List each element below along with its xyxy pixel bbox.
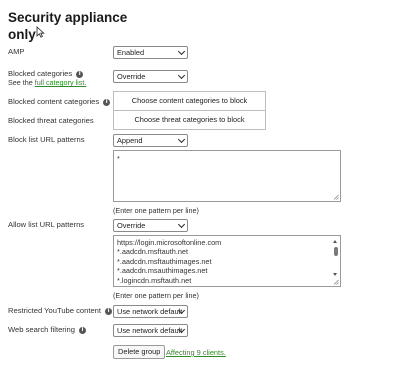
page-title-line1: Security appliance <box>8 10 128 25</box>
scroll-up-icon[interactable] <box>333 240 337 243</box>
full-category-list-link[interactable]: full category list. <box>35 78 87 87</box>
block-list-mode-value: Append <box>117 136 143 145</box>
allow-url: *.aadcdn.msftauth.net <box>117 247 188 257</box>
page-title: Security appliance only <box>8 9 127 43</box>
blocked-content-label: Blocked content categories i <box>8 97 111 106</box>
chevron-down-icon <box>177 71 186 80</box>
restricted-youtube-value: Use network default <box>117 307 183 316</box>
mouse-cursor-icon <box>36 26 45 38</box>
allow-url: https://login.microsoftonline.com <box>117 238 222 247</box>
choose-content-categories-button[interactable]: Choose content categories to block <box>113 91 266 111</box>
allow-url: *.aadcdn.msauthimages.net <box>117 266 208 276</box>
allow-list-mode-select[interactable]: Override <box>113 219 188 232</box>
info-icon[interactable]: i <box>105 308 113 315</box>
amp-select-value: Enabled <box>117 48 145 57</box>
block-list-textarea[interactable]: * <box>113 150 341 202</box>
scroll-down-icon[interactable] <box>333 273 337 276</box>
web-search-label: Web search filtering i <box>8 325 86 334</box>
amp-label: AMP <box>8 47 25 56</box>
blocked-categories-label: Blocked categories i <box>8 69 84 78</box>
web-search-value: Use network default <box>117 326 183 335</box>
see-category-list: See the full category list. <box>8 78 86 87</box>
blocked-categories-select[interactable]: Override <box>113 70 188 83</box>
delete-group-button[interactable]: Delete group <box>113 345 166 359</box>
block-list-label: Block list URL patterns <box>8 135 85 144</box>
blocked-categories-text: Blocked categories <box>8 69 73 78</box>
allow-list-label: Allow list URL patterns <box>8 220 85 229</box>
info-icon[interactable]: i <box>78 327 86 334</box>
chevron-down-icon <box>177 135 186 144</box>
blocked-content-text: Blocked content categories <box>8 97 100 106</box>
scroll-thumb[interactable] <box>333 247 338 256</box>
block-list-hint: (Enter one pattern per line) <box>113 206 199 215</box>
allow-list-textarea[interactable]: https://login.microsoftonline.com *.aadc… <box>113 235 341 287</box>
restricted-youtube-text: Restricted YouTube content <box>8 306 102 315</box>
web-search-text: Web search filtering <box>8 325 75 334</box>
block-list-mode-select[interactable]: Append <box>113 134 188 147</box>
amp-select[interactable]: Enabled <box>113 46 188 59</box>
page-title-line2: only <box>8 27 36 42</box>
see-text: See the <box>8 78 35 87</box>
resize-grip-icon[interactable] <box>333 194 339 200</box>
allow-list-mode-value: Override <box>117 221 146 230</box>
blocked-categories-value: Override <box>117 72 146 81</box>
resize-grip-icon[interactable] <box>333 279 339 285</box>
blocked-threat-label: Blocked threat categories <box>8 116 94 125</box>
web-search-select[interactable]: Use network default <box>113 324 188 337</box>
choose-threat-categories-button[interactable]: Choose threat categories to block <box>113 110 266 130</box>
chevron-down-icon <box>177 47 186 56</box>
info-icon[interactable]: i <box>103 99 111 106</box>
chevron-down-icon <box>177 220 186 229</box>
block-list-value: * <box>117 154 120 163</box>
allow-url: *.logincdn.msftauth.net <box>117 275 192 285</box>
allow-list-hint: (Enter one pattern per line) <box>113 291 199 300</box>
info-icon[interactable]: i <box>76 71 84 78</box>
scrollbar[interactable] <box>333 240 338 282</box>
restricted-youtube-select[interactable]: Use network default <box>113 305 188 318</box>
allow-url: *.aadcdn.msftauthimages.net <box>117 256 212 266</box>
affecting-clients-link[interactable]: Affecting 9 clients. <box>166 348 226 357</box>
restricted-youtube-label: Restricted YouTube content i <box>8 306 113 315</box>
